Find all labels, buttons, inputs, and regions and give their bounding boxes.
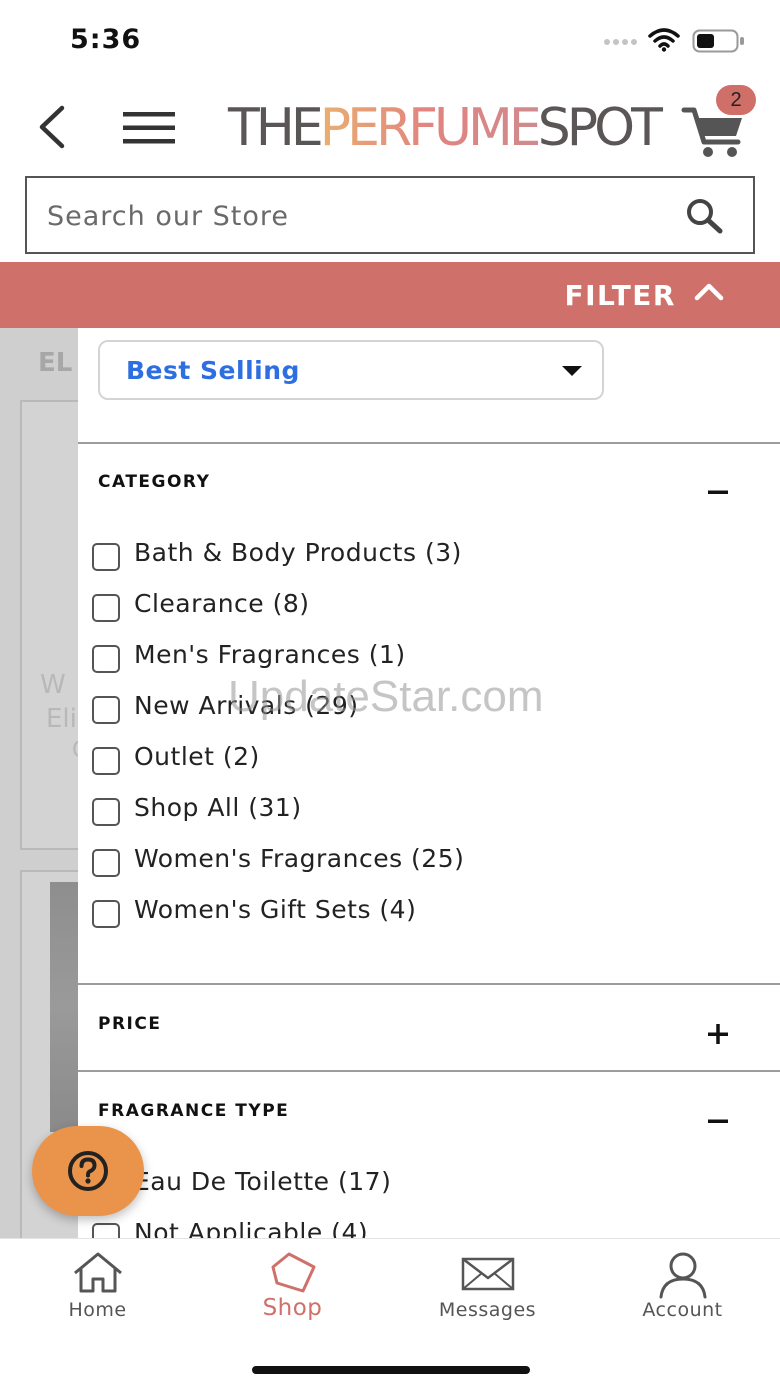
minus-icon[interactable] bbox=[706, 480, 730, 504]
tab-home[interactable]: Home bbox=[0, 1239, 195, 1339]
plus-icon[interactable] bbox=[706, 1022, 730, 1046]
option-label: New Arrivals (29) bbox=[134, 691, 359, 720]
option-label: Not Applicable (4) bbox=[134, 1218, 369, 1238]
back-button[interactable] bbox=[30, 104, 76, 150]
tab-label: Home bbox=[68, 1299, 127, 1321]
checkbox[interactable] bbox=[92, 696, 120, 724]
battery-icon bbox=[692, 29, 744, 53]
tab-shop[interactable]: Shop bbox=[195, 1239, 390, 1339]
filter-toggle-bar[interactable]: FILTER bbox=[0, 262, 780, 328]
tab-messages[interactable]: Messages bbox=[390, 1239, 585, 1339]
product-brand-fragment: Eli bbox=[46, 704, 77, 734]
filter-label: FILTER bbox=[564, 279, 676, 312]
checkbox[interactable] bbox=[92, 798, 120, 826]
fragrance-type-section-title[interactable]: FRAGRANCE TYPE bbox=[98, 1101, 289, 1121]
app-header: THEPERFUMESPOT bbox=[0, 80, 780, 175]
sort-selected-value: Best Selling bbox=[126, 356, 300, 385]
divider bbox=[78, 442, 780, 444]
cellular-signal-icon bbox=[604, 39, 637, 45]
search-input[interactable] bbox=[47, 196, 667, 236]
search-icon[interactable] bbox=[684, 196, 728, 236]
store-logo[interactable]: THEPERFUMESPOT bbox=[228, 96, 663, 160]
tab-label: Shop bbox=[262, 1295, 323, 1321]
question-mark-icon bbox=[68, 1151, 108, 1191]
option-label: Clearance (8) bbox=[134, 589, 310, 618]
checkbox[interactable] bbox=[92, 594, 120, 622]
category-option-clearance[interactable]: Clearance (8) bbox=[92, 589, 752, 629]
option-label: Eau De Toilette (17) bbox=[134, 1167, 392, 1196]
category-option-shop-all[interactable]: Shop All (31) bbox=[92, 793, 752, 833]
logo-text-spot: SPOT bbox=[537, 98, 663, 158]
hamburger-menu-icon[interactable] bbox=[120, 108, 178, 148]
option-label: Shop All (31) bbox=[134, 793, 302, 822]
divider bbox=[78, 1070, 780, 1072]
tab-label: Messages bbox=[438, 1299, 537, 1321]
fragrance-option-not-applicable[interactable]: Not Applicable (4) bbox=[92, 1218, 752, 1238]
chevron-up-icon[interactable] bbox=[694, 282, 724, 302]
category-option-outlet[interactable]: Outlet (2) bbox=[92, 742, 752, 782]
price-section-title[interactable]: PRICE bbox=[98, 1014, 161, 1034]
cart-count-badge: 2 bbox=[716, 85, 756, 115]
option-label: Women's Gift Sets (4) bbox=[134, 895, 417, 924]
category-section-title[interactable]: CATEGORY bbox=[98, 472, 210, 492]
checkbox[interactable] bbox=[92, 645, 120, 673]
tab-account[interactable]: Account bbox=[585, 1239, 780, 1339]
tag-icon bbox=[271, 1252, 316, 1293]
envelope-icon bbox=[461, 1257, 515, 1291]
checkbox[interactable] bbox=[92, 747, 120, 775]
option-label: Bath & Body Products (3) bbox=[134, 538, 462, 567]
logo-text-the: THE bbox=[228, 98, 324, 158]
category-option-new-arrivals[interactable]: New Arrivals (29) bbox=[92, 691, 752, 731]
bottom-tab-bar: Home Shop Messages Account bbox=[0, 1238, 780, 1387]
tab-label: Account bbox=[642, 1299, 723, 1321]
option-label: Men's Fragrances (1) bbox=[134, 640, 406, 669]
category-option-womens-gift-sets[interactable]: Women's Gift Sets (4) bbox=[92, 895, 752, 935]
option-label: Women's Fragrances (25) bbox=[134, 844, 465, 873]
checkbox[interactable] bbox=[92, 849, 120, 877]
caret-down-icon bbox=[562, 366, 582, 376]
fragrance-option-eau-de-toilette[interactable]: Eau De Toilette (17) bbox=[92, 1167, 752, 1207]
home-icon bbox=[74, 1252, 122, 1293]
logo-text-perfume: PERFUME bbox=[319, 98, 542, 158]
search-bar[interactable] bbox=[25, 176, 755, 254]
status-time: 5:36 bbox=[70, 24, 142, 55]
category-option-mens-fragrances[interactable]: Men's Fragrances (1) bbox=[92, 640, 752, 680]
category-option-bath-body[interactable]: Bath & Body Products (3) bbox=[92, 538, 752, 578]
option-label: Outlet (2) bbox=[134, 742, 260, 771]
minus-icon[interactable] bbox=[706, 1109, 730, 1133]
status-bar: 5:36 bbox=[0, 0, 780, 80]
filter-panel: Best Selling CATEGORY Bath & Body Produc… bbox=[78, 328, 780, 1238]
user-icon bbox=[659, 1252, 707, 1299]
sort-dropdown[interactable]: Best Selling bbox=[98, 340, 604, 400]
product-section-heading: EL bbox=[38, 348, 73, 378]
product-name-fragment: W bbox=[40, 670, 66, 700]
divider bbox=[78, 983, 780, 985]
home-indicator bbox=[252, 1366, 530, 1374]
wifi-icon bbox=[648, 28, 680, 52]
checkbox[interactable] bbox=[92, 900, 120, 928]
checkbox[interactable] bbox=[92, 543, 120, 571]
checkbox[interactable] bbox=[92, 1223, 120, 1238]
category-option-womens-fragrances[interactable]: Women's Fragrances (25) bbox=[92, 844, 752, 884]
help-button[interactable] bbox=[32, 1126, 144, 1216]
